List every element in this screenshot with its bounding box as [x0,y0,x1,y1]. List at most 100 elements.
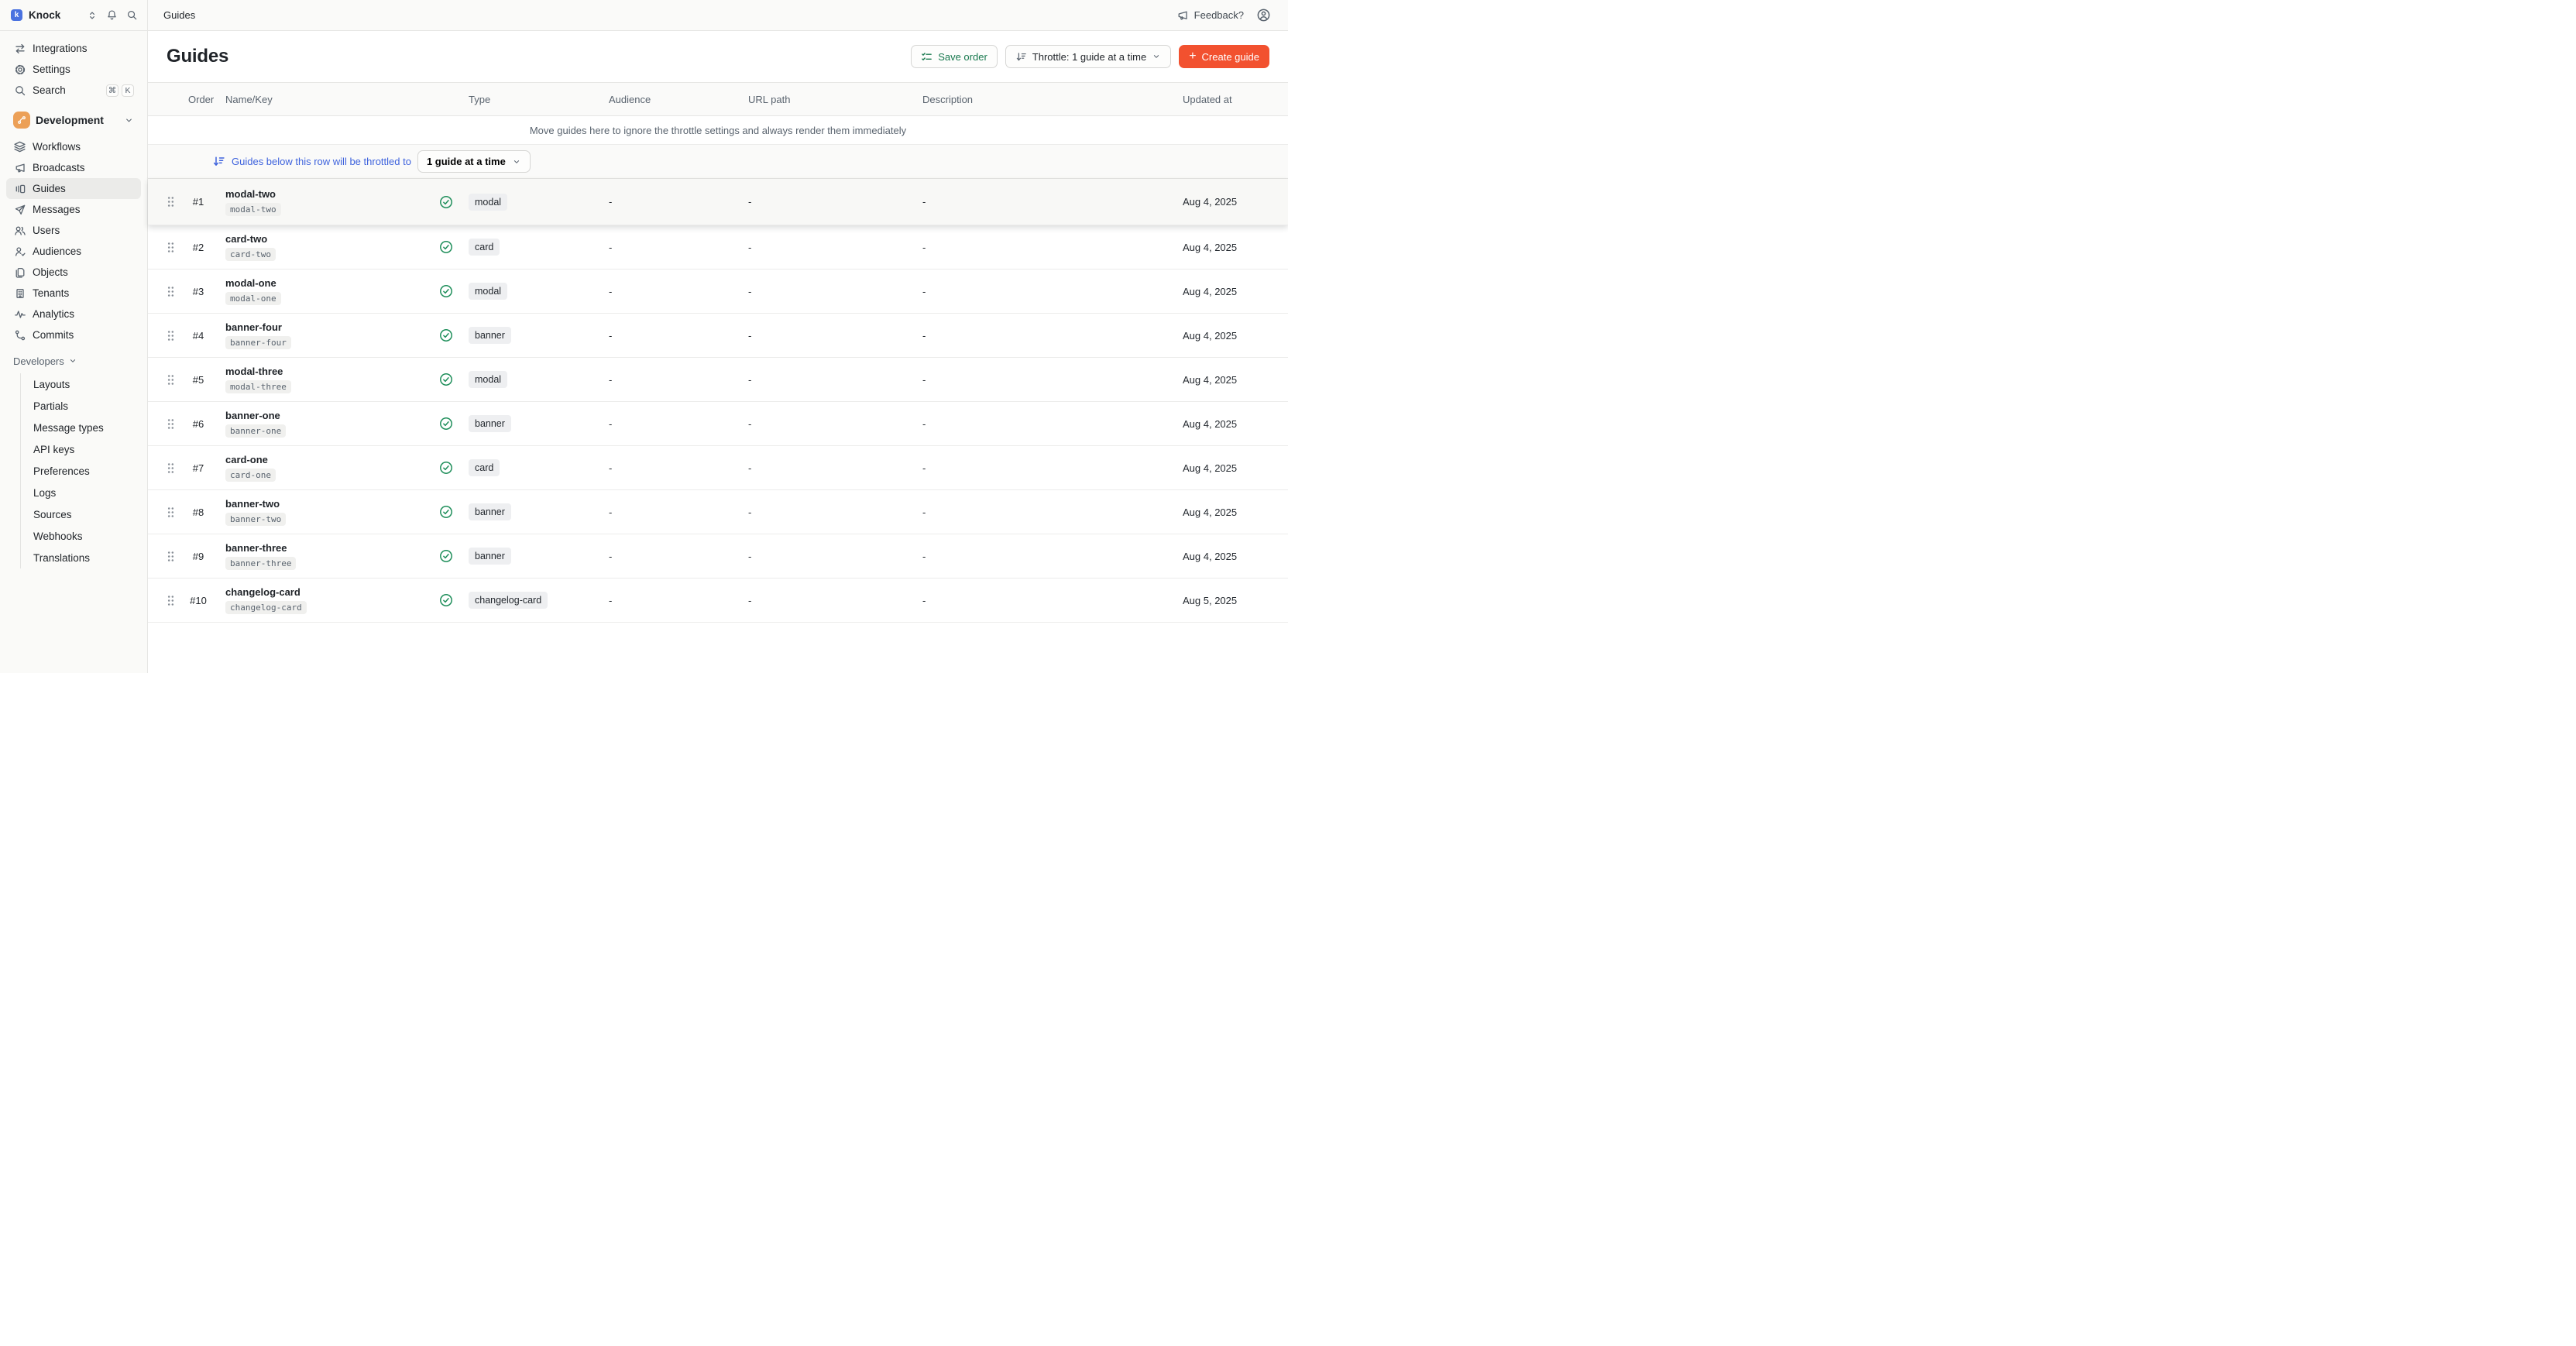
guide-name[interactable]: changelog-card [225,586,431,598]
sidebar-item-api-keys[interactable]: API keys [21,438,147,460]
sidebar-item-label: Broadcasts [33,162,85,173]
guide-name[interactable]: card-two [225,233,431,245]
workspace-header: k Knock [0,0,147,31]
updated-at-value: Aug 4, 2025 [1183,418,1288,430]
table-row[interactable]: #8 banner-two banner-two banner - - - Au… [148,490,1288,534]
table-row[interactable]: #6 banner-one banner-one banner - - - Au… [148,402,1288,446]
table-header-row: Order Name/Key Type Audience URL path De… [148,82,1288,116]
search-icon[interactable] [126,9,138,21]
table-row[interactable]: #7 card-one card-one card - - - Aug 4, 2… [148,446,1288,490]
throttle-amount-dropdown[interactable]: 1 guide at a time [417,150,531,173]
people-icon [13,224,26,237]
throttle-divider-message[interactable]: Guides below this row will be throttled … [232,156,411,167]
audience-value: - [604,286,744,297]
url-path-value: - [744,286,920,297]
sidebar-item-analytics[interactable]: Analytics [6,304,141,324]
table-row[interactable]: #4 banner-four banner-four banner - - - … [148,314,1288,358]
drag-handle-icon[interactable] [159,241,182,254]
drag-handle-icon[interactable] [159,329,182,342]
audience-value: - [604,551,744,562]
table-row[interactable]: #9 banner-three banner-three banner - - … [148,534,1288,579]
guide-key: banner-three [225,557,296,570]
guide-name[interactable]: card-one [225,454,431,465]
bell-icon[interactable] [106,9,118,21]
layers-icon [13,140,26,153]
sidebar-item-users[interactable]: Users [6,220,141,241]
sidebar-item-translations[interactable]: Translations [21,547,147,568]
guide-name[interactable]: banner-four [225,321,431,333]
gear-icon [13,63,26,76]
drag-handle-icon[interactable] [159,285,182,298]
guide-name[interactable]: modal-two [225,188,431,200]
sidebar-item-broadcasts[interactable]: Broadcasts [6,157,141,178]
check-circle-icon [439,284,453,298]
column-header-type: Type [462,94,604,105]
updated-at-value: Aug 4, 2025 [1183,374,1288,386]
sidebar-item-commits[interactable]: Commits [6,324,141,345]
audience-value: - [604,462,744,474]
developers-section-toggle[interactable]: Developers [0,352,147,370]
sidebar-item-label: Commits [33,329,74,341]
megaphone-icon [1176,9,1189,22]
sidebar-item-settings[interactable]: Settings [6,59,141,80]
sidebar-item-preferences[interactable]: Preferences [21,460,147,482]
guide-key: modal-one [225,292,281,305]
account-icon[interactable] [1256,8,1271,22]
guide-name[interactable]: banner-two [225,498,431,510]
topbar: Guides Feedback? [148,0,1288,31]
drag-handle-icon[interactable] [159,373,182,386]
sidebar-item-messages[interactable]: Messages [6,199,141,220]
utility-nav: Integrations Settings Search ⌘ K [0,31,147,102]
sidebar-item-workflows[interactable]: Workflows [6,136,141,157]
sidebar-item-layouts[interactable]: Layouts [21,373,147,395]
check-circle-icon [439,461,453,475]
table-row[interactable]: #10 changelog-card changelog-card change… [148,579,1288,623]
description-value: - [920,374,1183,386]
throttle-button[interactable]: Throttle: 1 guide at a time [1005,45,1171,68]
sidebar-item-integrations[interactable]: Integrations [6,38,141,59]
row-order: #2 [182,242,215,253]
sidebar-item-partials[interactable]: Partials [21,395,147,417]
drag-handle-icon[interactable] [159,550,182,563]
drag-handle-icon[interactable] [159,594,182,607]
feedback-button[interactable]: Feedback? [1176,9,1244,22]
environment-switcher[interactable]: Development [6,108,141,132]
audience-value: - [604,374,744,386]
drag-handle-icon[interactable] [159,195,182,208]
sidebar-item-logs[interactable]: Logs [21,482,147,503]
table-row[interactable]: #1 modal-two modal-two modal - - - Aug 4… [148,179,1288,225]
sidebar-item-label: Users [33,225,60,236]
workspace-switcher-icon[interactable] [87,10,98,21]
guide-name[interactable]: banner-three [225,542,431,554]
check-circle-icon [439,593,453,607]
drag-handle-icon[interactable] [159,417,182,431]
sidebar-item-label: Tenants [33,287,69,299]
description-value: - [920,196,1183,208]
chevron-down-icon [512,157,521,167]
sidebar-item-sources[interactable]: Sources [21,503,147,525]
table-body: #1 modal-two modal-two modal - - - Aug 4… [148,179,1288,623]
ignore-throttle-dropzone[interactable]: Move guides here to ignore the throttle … [148,116,1288,145]
sidebar-item-audiences[interactable]: Audiences [6,241,141,262]
table-row[interactable]: #2 card-two card-two card - - - Aug 4, 2… [148,225,1288,270]
sidebar-item-label: Integrations [33,43,88,54]
guide-name[interactable]: modal-three [225,366,431,377]
row-order: #4 [182,330,215,342]
url-path-value: - [744,242,920,253]
save-order-button[interactable]: Save order [911,45,998,68]
sidebar-item-message-types[interactable]: Message types [21,417,147,438]
sidebar-item-guides[interactable]: Guides [6,178,141,199]
table-row[interactable]: #5 modal-three modal-three modal - - - A… [148,358,1288,402]
drag-handle-icon[interactable] [159,462,182,475]
sidebar-item-webhooks[interactable]: Webhooks [21,525,147,547]
sidebar-item-search[interactable]: Search ⌘ K [6,80,141,101]
row-order: #9 [182,551,215,562]
sidebar-item-objects[interactable]: Objects [6,262,141,283]
sidebar-item-tenants[interactable]: Tenants [6,283,141,304]
description-value: - [920,418,1183,430]
guide-name[interactable]: banner-one [225,410,431,421]
guide-name[interactable]: modal-one [225,277,431,289]
drag-handle-icon[interactable] [159,506,182,519]
create-guide-button[interactable]: + Create guide [1179,45,1269,68]
table-row[interactable]: #3 modal-one modal-one modal - - - Aug 4… [148,270,1288,314]
